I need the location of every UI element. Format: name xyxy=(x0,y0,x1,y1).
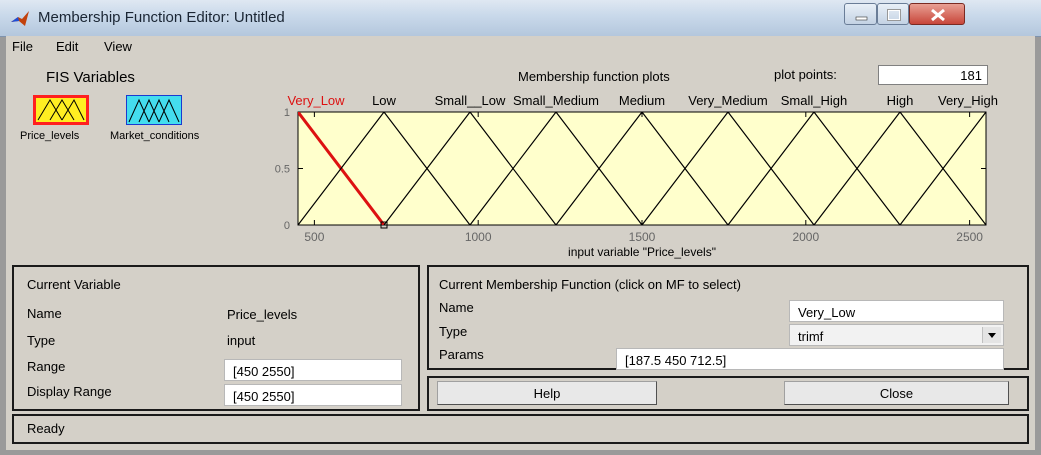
current-variable-header: Current Variable xyxy=(27,277,121,292)
maximize-button[interactable] xyxy=(877,3,909,25)
current-variable-panel: Current Variable Name Price_levels Type … xyxy=(12,265,420,411)
mf-editor-window: Membership Function Editor: Untitled Fil… xyxy=(0,0,1041,455)
mf-label: High xyxy=(887,93,914,108)
x-tick-label: 1000 xyxy=(465,230,492,244)
fis-variables-label: FIS Variables xyxy=(46,69,135,86)
x-tick-label: 2000 xyxy=(792,230,819,244)
input-variable-market-conditions[interactable] xyxy=(126,95,182,125)
variable-label-price-levels: Price_levels xyxy=(20,130,80,142)
mf-label: Low xyxy=(372,93,396,108)
variable-type-label: Type xyxy=(27,333,56,348)
plot-area xyxy=(297,111,987,226)
status-bar: Ready xyxy=(12,414,1029,444)
variable-name-value: Price_levels xyxy=(227,307,298,322)
menu-edit[interactable]: Edit xyxy=(56,39,78,54)
y-tick-label: 0 xyxy=(284,220,290,232)
y-tick-label: 0.5 xyxy=(275,164,290,176)
mf-params-label: Params xyxy=(439,347,484,362)
mf-type-value: trimf xyxy=(798,329,824,344)
display-range-label: Display Range xyxy=(27,384,112,399)
editor-client-area: FIS Variables Price_levels Market_condit… xyxy=(6,58,1035,450)
x-tick-label: 2500 xyxy=(956,230,983,244)
membership-function-plot[interactable]: 00.51500 1000 1500 2000 2500input variable "… xyxy=(236,83,1026,263)
maximize-icon xyxy=(887,9,901,21)
mf-label: Small_High xyxy=(781,93,847,108)
variable-label-market-conditions: Market_conditions xyxy=(110,130,200,142)
minimize-icon xyxy=(855,16,868,21)
variable-name-label: Name xyxy=(27,306,62,321)
display-range-input[interactable]: [450 2550] xyxy=(224,384,402,406)
plot-points-input[interactable]: 181 xyxy=(878,65,988,85)
mf-label: Very_Medium xyxy=(688,93,767,108)
plot-points-label: plot points: xyxy=(774,67,837,82)
mf-label: Medium xyxy=(619,93,665,108)
mf-name-label: Name xyxy=(439,300,474,315)
close-icon xyxy=(931,8,945,22)
mf-type-label: Type xyxy=(439,324,468,339)
mf-name-input[interactable]: Very_Low xyxy=(789,300,1004,322)
matlab-icon xyxy=(11,11,29,26)
menu-bar: File Edit View xyxy=(6,36,1035,59)
mf-params-input[interactable]: [187.5 450 712.5] xyxy=(616,348,1004,370)
menu-file[interactable]: File xyxy=(12,39,33,54)
close-window-button[interactable] xyxy=(909,3,965,25)
x-tick-label: 1500 xyxy=(629,230,656,244)
plot-title: Membership function plots xyxy=(518,69,670,84)
range-input[interactable]: [450 2550] xyxy=(224,359,402,381)
help-button[interactable]: Help xyxy=(437,381,657,405)
menu-view[interactable]: View xyxy=(104,39,132,54)
mf-label: Small__Low xyxy=(435,93,506,108)
dropdown-arrow[interactable] xyxy=(982,327,1001,343)
close-button[interactable]: Close xyxy=(784,381,1009,405)
y-tick-label: 1 xyxy=(284,107,290,119)
window-title: Membership Function Editor: Untitled xyxy=(38,9,285,26)
range-label: Range xyxy=(27,359,66,374)
minimize-button[interactable] xyxy=(844,3,877,25)
mf-thumbnail-icon xyxy=(37,98,85,121)
mf-label: Small_Medium xyxy=(513,93,599,108)
buttons-panel: Help Close xyxy=(427,376,1029,411)
current-mf-header: Current Membership Function (click on MF… xyxy=(439,277,741,292)
x-axis-label: input variable "Price_levels" xyxy=(568,245,716,259)
current-mf-panel: Current Membership Function (click on MF… xyxy=(427,265,1029,370)
status-text: Ready xyxy=(27,421,65,436)
variable-type-value: input xyxy=(227,333,256,348)
mf-label: Very_Low xyxy=(287,93,345,108)
chevron-down-icon xyxy=(988,333,996,338)
mf-thumbnail-icon xyxy=(128,98,180,123)
x-tick-label: 500 xyxy=(304,230,324,244)
title-bar[interactable]: Membership Function Editor: Untitled xyxy=(0,0,1041,37)
input-variable-price-levels[interactable] xyxy=(33,95,89,125)
mf-type-dropdown[interactable]: trimf xyxy=(789,324,1004,346)
mf-label: Very_High xyxy=(938,93,998,108)
